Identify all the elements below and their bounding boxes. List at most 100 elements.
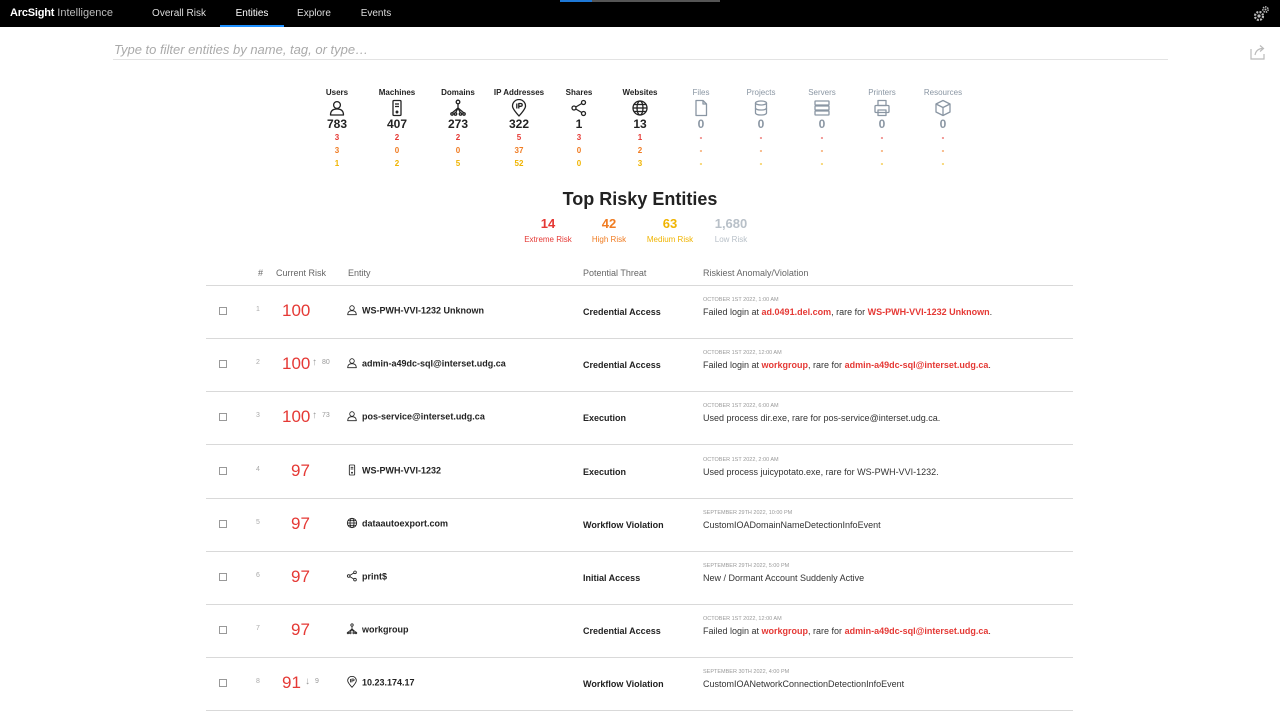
table-row[interactable]: 1 100 WS-PWH-VVI-1232 Unknown Credential Ac…: [206, 286, 1073, 339]
entity-type-websites[interactable]: Websites 13 1 2 3: [610, 87, 670, 170]
potential-threat: Credential Access: [583, 307, 661, 317]
risk-score-value: 97: [291, 460, 310, 480]
entity-link[interactable]: dataautoexport.com: [346, 517, 449, 530]
entity-type-count: 13: [633, 117, 647, 131]
nav-tab-explore[interactable]: Explore: [286, 0, 342, 27]
entity-type-printers[interactable]: Printers 0 - - -: [852, 87, 912, 170]
entity-type-ip-addresses[interactable]: IP Addresses 322 5 37 52: [489, 87, 549, 170]
table-row[interactable]: 3 100 ↑ 73 pos-service@interset.udg.ca Execut…: [206, 392, 1073, 446]
entity-link[interactable]: WS-PWH-VVI-1232: [346, 464, 441, 477]
entity-type-projects[interactable]: Projects 0 - - -: [731, 87, 791, 170]
extreme-risk-count: -: [820, 133, 824, 142]
high-risk-count: 2: [637, 146, 643, 155]
entity-link[interactable]: admin-a49dc-sql@interset.udg.ca: [346, 358, 506, 370]
row-select-checkbox[interactable]: [219, 413, 227, 422]
description-text: , rare for: [808, 360, 845, 371]
row-number: 2: [256, 359, 260, 367]
entity-link[interactable]: WS-PWH-VVI-1232 Unknown: [346, 305, 484, 317]
top-navigation-bar: ArcSight Intelligence Overall Risk Entit…: [0, 0, 1280, 27]
extreme-risk-count: -: [699, 133, 703, 142]
risk-summary-medium-risk[interactable]: 63 Medium Risk: [635, 216, 705, 244]
app-logo[interactable]: ArcSight Intelligence: [10, 7, 113, 19]
ip-address-icon: [511, 98, 527, 117]
table-row[interactable]: 5 97 dataautoexport.com Workflow Violation S…: [206, 499, 1073, 552]
high-risk-count: -: [759, 146, 763, 155]
high-risk-count: -: [699, 146, 703, 155]
entity-link[interactable]: 10.23.174.17: [346, 676, 415, 689]
table-row[interactable]: 8 91 ↓ 9 10.23.174.17 Workflow Violation SEPTE…: [206, 658, 1073, 712]
column-header-potential-threat[interactable]: Potential Threat: [583, 268, 646, 278]
table-row[interactable]: 4 97 WS-PWH-VVI-1232 Execution OCTOBER 1ST 2…: [206, 446, 1073, 499]
entity-name: dataautoexport.com: [362, 518, 449, 529]
description-text: CustomIOADomainNameDetectionInfoEvent: [703, 519, 881, 530]
entity-type-icon-wrap: [752, 99, 770, 117]
row-number: 8: [256, 678, 260, 686]
highlighted-entity-reference[interactable]: workgroup: [762, 360, 809, 370]
nav-tab-events[interactable]: Events: [348, 0, 404, 27]
high-risk-count: -: [820, 146, 824, 155]
nav-tab-overall-risk[interactable]: Overall Risk: [140, 0, 218, 27]
entity-name: print$: [362, 571, 388, 582]
column-header-riskiest-anomaly[interactable]: Riskiest Anomaly/Violation: [703, 268, 808, 278]
entity-type-label: IP Addresses: [493, 88, 545, 97]
entity-type-icon-wrap: [449, 99, 467, 117]
database-icon: [754, 100, 768, 116]
anomaly-description: Failed login at ad.0491.del.com, rare fo…: [703, 307, 992, 317]
highlighted-entity-reference[interactable]: admin-a49dc-sql@interset.udg.ca: [845, 626, 989, 636]
entity-link[interactable]: workgroup: [346, 623, 409, 636]
medium-risk-count: 3: [637, 159, 643, 168]
entity-type-icon-wrap: [328, 99, 346, 117]
entity-type-shares[interactable]: Shares 1 3 0 0: [549, 87, 609, 170]
row-number: 7: [256, 625, 260, 633]
row-select-checkbox[interactable]: [219, 519, 227, 528]
share-icon: [571, 99, 587, 117]
entity-type-label: Resources: [923, 88, 963, 97]
entity-type-resources[interactable]: Resources 0 - - -: [913, 87, 973, 170]
export-share-icon[interactable]: [1249, 44, 1267, 60]
risk-summary-extreme-risk[interactable]: 14 Extreme Risk: [513, 216, 583, 244]
entity-filter-input[interactable]: [113, 40, 1168, 60]
column-header-current-risk[interactable]: Current Risk: [276, 268, 326, 278]
risk-score-value: 100: [282, 301, 311, 320]
settings-gear-icon[interactable]: [1252, 5, 1270, 23]
risk-summary-low-risk[interactable]: 1,680 Low Risk: [696, 216, 766, 244]
nav-tab-entities[interactable]: Entities: [220, 0, 284, 27]
table-row[interactable]: 2 100 ↑ 80 admin-a49dc-sql@interset.udg.ca Cr…: [206, 339, 1073, 393]
risk-summary-label: High Risk: [591, 235, 627, 244]
anomaly-description: Used process dir.exe, rare for pos-servi…: [703, 413, 940, 423]
description-text: Used process dir.exe, rare for pos-servi…: [703, 413, 941, 424]
risk-summary-high-risk[interactable]: 42 High Risk: [574, 216, 644, 244]
share-icon: [346, 570, 357, 582]
column-header-number[interactable]: #: [258, 268, 263, 278]
entity-link[interactable]: pos-service@interset.udg.ca: [346, 411, 485, 423]
current-risk-score: 97: [274, 567, 334, 587]
entity-type-domains[interactable]: Domains 273 2 0 5: [428, 87, 488, 170]
medium-risk-count: 1: [334, 159, 340, 168]
row-select-checkbox[interactable]: [219, 466, 227, 475]
entity-type-users[interactable]: Users 783 3 3 1: [307, 87, 367, 170]
entity-type-machines[interactable]: Machines 407 2 0 2: [367, 87, 427, 170]
current-risk-score: 100 ↑ 73: [274, 407, 334, 427]
row-select-checkbox[interactable]: [219, 626, 227, 635]
column-header-entity[interactable]: Entity: [348, 268, 371, 278]
row-number: 5: [256, 518, 260, 526]
entity-link[interactable]: print$: [346, 570, 388, 583]
file-icon: [695, 99, 708, 117]
highlighted-entity-reference[interactable]: workgroup: [762, 626, 809, 636]
highlighted-entity-reference[interactable]: WS-PWH-VVI-1232 Unknown: [868, 307, 990, 317]
entity-type-count: 0: [697, 117, 705, 131]
entity-type-files[interactable]: Files 0 - - -: [671, 87, 731, 170]
description-text: New / Dormant Account Suddenly Active: [703, 573, 865, 583]
loading-bar-fill: [560, 0, 592, 2]
entity-type-servers[interactable]: Servers 0 - - -: [792, 87, 852, 170]
table-row[interactable]: 6 97 print$ Initial Access SEPTEMBER 29TH 20…: [206, 552, 1073, 605]
row-select-checkbox[interactable]: [219, 679, 227, 688]
table-row[interactable]: 7 97 workgroup Credential Access OCTOBER 1ST…: [206, 605, 1073, 659]
row-select-checkbox[interactable]: [219, 573, 227, 581]
current-risk-score: 100 ↑ 80: [274, 354, 334, 374]
highlighted-entity-reference[interactable]: ad.0491.del.com: [762, 307, 832, 317]
row-select-checkbox[interactable]: [219, 360, 227, 369]
entity-type-label: Files: [692, 88, 710, 97]
row-select-checkbox[interactable]: [219, 307, 227, 315]
highlighted-entity-reference[interactable]: admin-a49dc-sql@interset.udg.ca: [845, 360, 989, 370]
